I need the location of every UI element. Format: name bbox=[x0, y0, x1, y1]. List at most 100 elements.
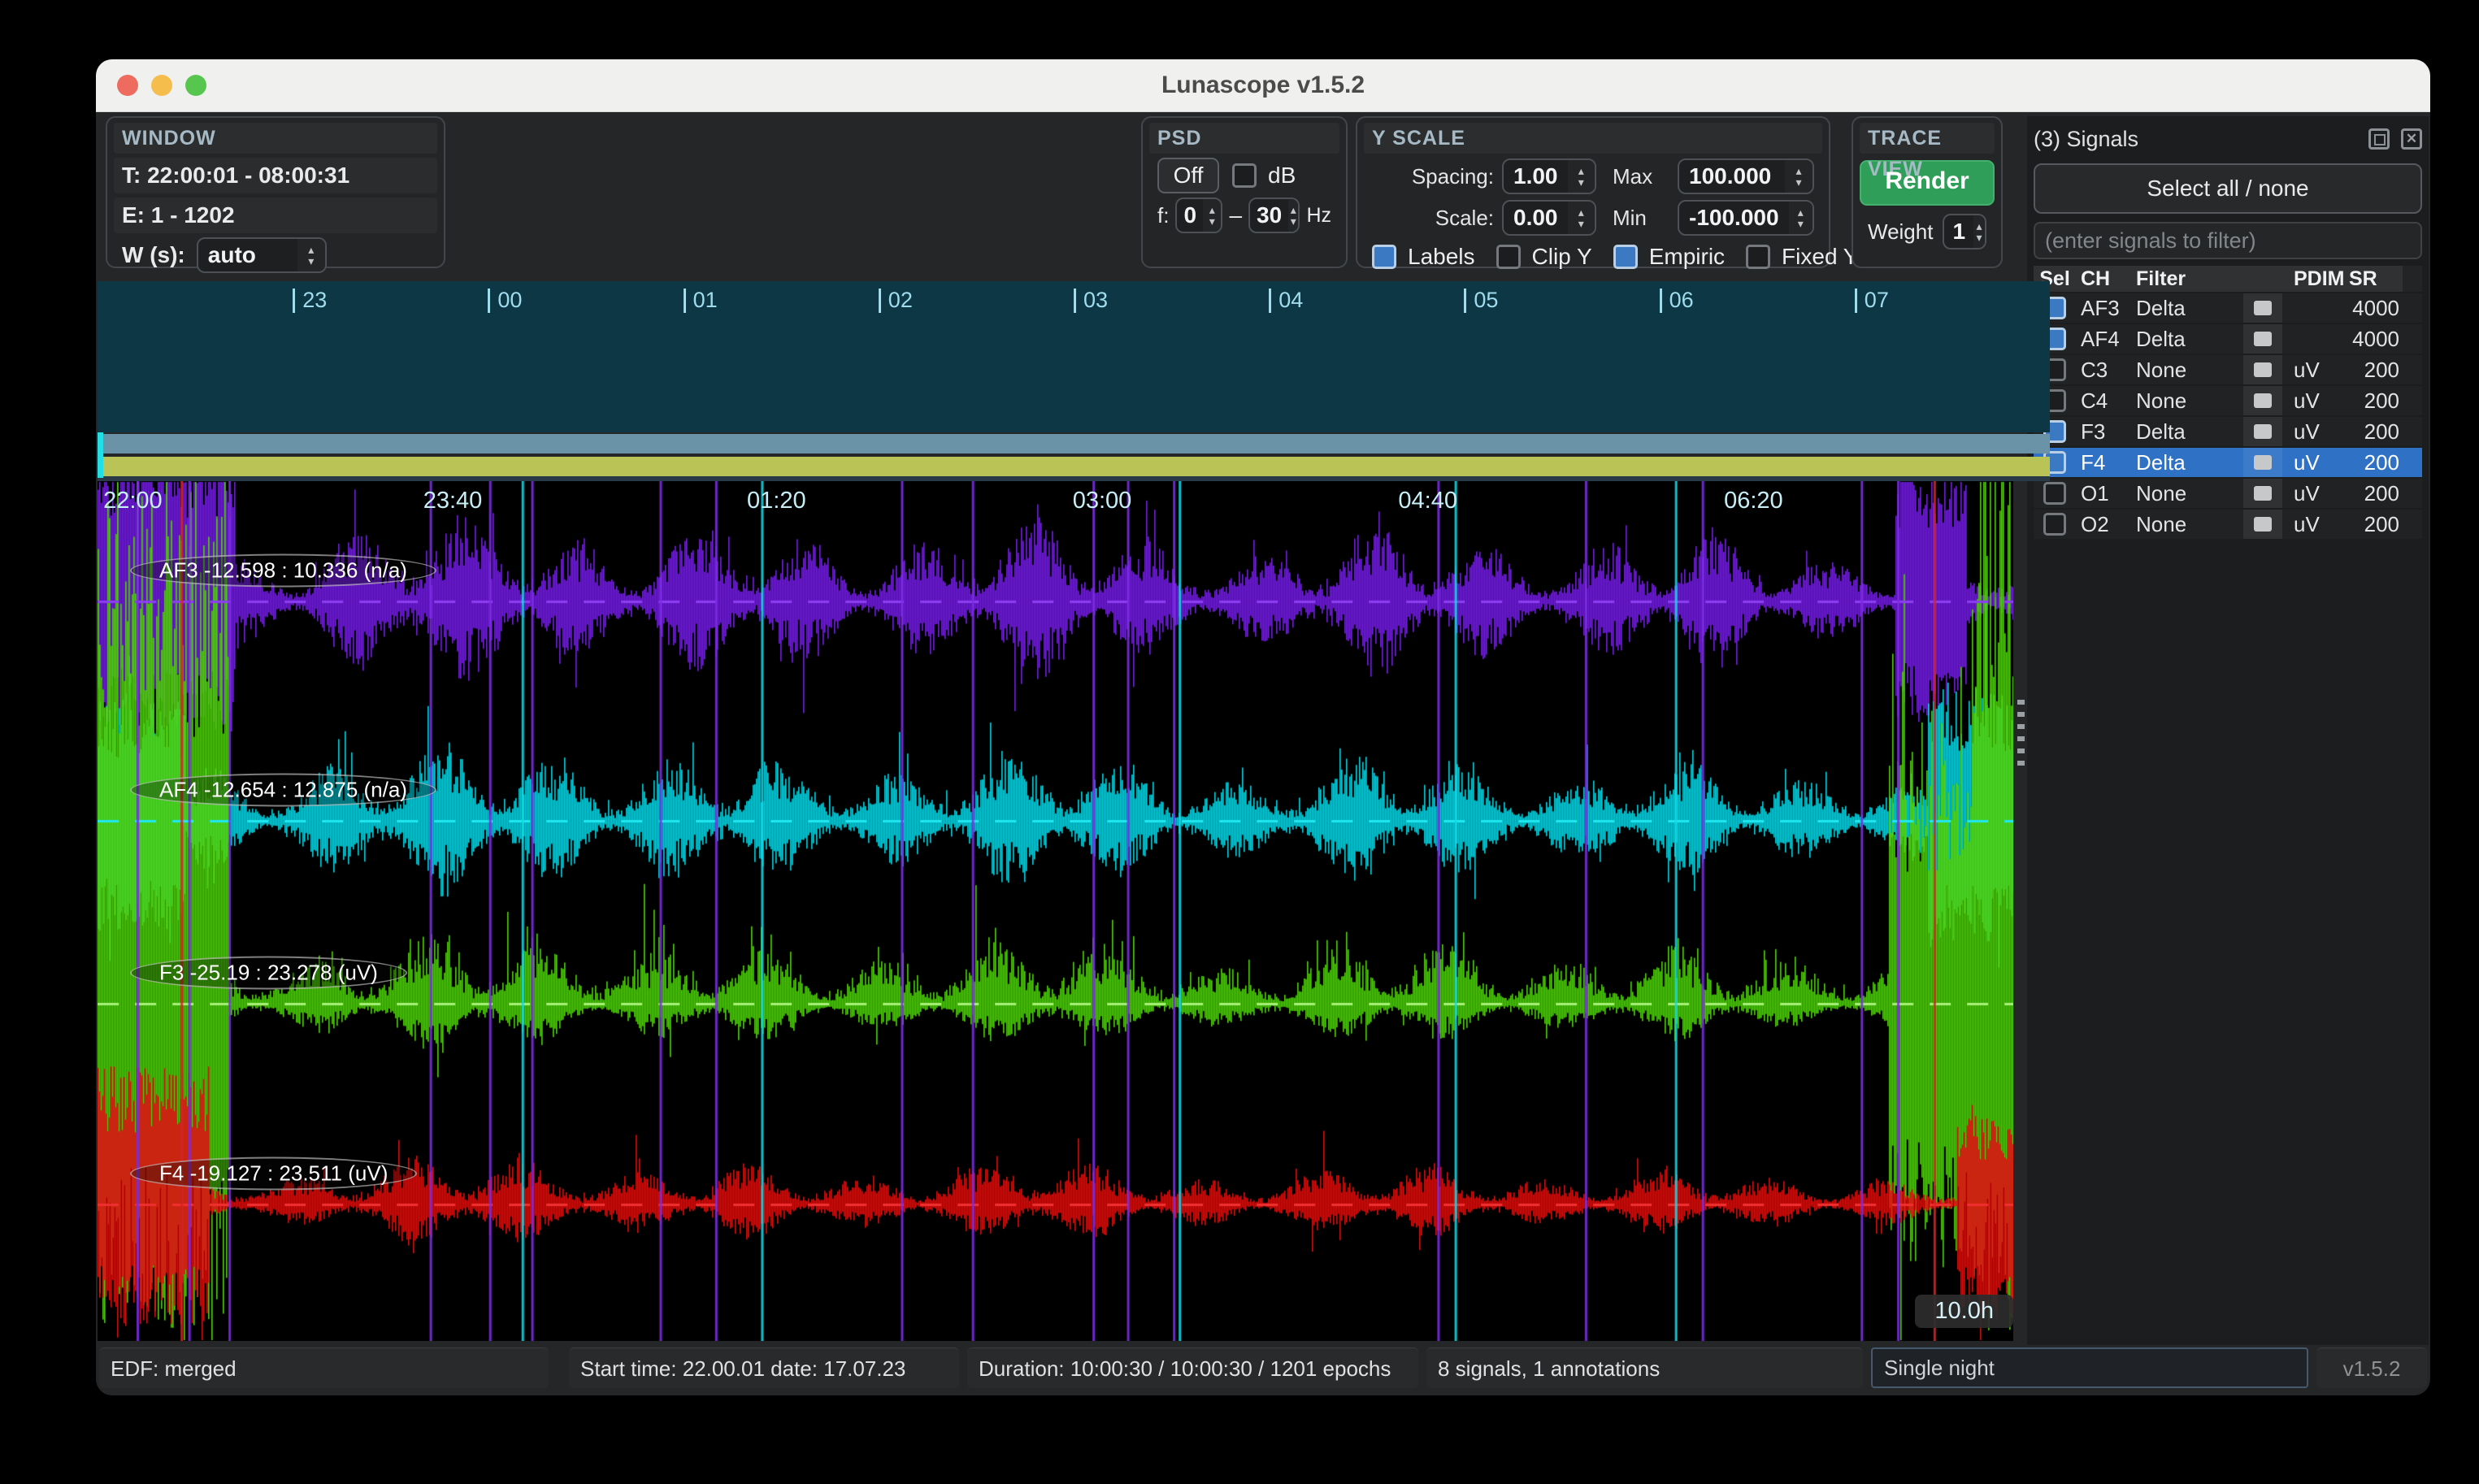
window-panel-title: WINDOW bbox=[114, 123, 437, 154]
time-range-label: T: 22:00:01 - 08:00:31 bbox=[114, 158, 437, 193]
signal-select-checkbox[interactable] bbox=[2043, 513, 2066, 536]
max-spinbox[interactable]: 100.000 ▴▾ bbox=[1678, 158, 1814, 194]
status-signal-count: 8 signals, 1 annotations bbox=[1426, 1347, 1863, 1388]
plot-time-label: 04:40 bbox=[1398, 488, 1457, 514]
select-all-none-button[interactable]: Select all / none bbox=[2034, 163, 2422, 214]
psd-off-button[interactable]: Off bbox=[1157, 158, 1219, 193]
window-size-label: W (s): bbox=[122, 242, 185, 268]
spinner-buttons[interactable]: ▴▾ bbox=[1785, 160, 1813, 193]
timeline-hour-label: 04 bbox=[1269, 288, 1303, 313]
titlebar: Lunascope v1.5.2 bbox=[96, 59, 2430, 112]
fixed-y-checkbox[interactable] bbox=[1746, 245, 1770, 269]
min-label: Min bbox=[1613, 206, 1678, 231]
mode-selector[interactable]: Single night bbox=[1871, 1347, 2308, 1388]
channel-color-swatch bbox=[2254, 455, 2272, 470]
channel-color-swatch bbox=[2254, 424, 2272, 439]
spinner-buttons[interactable]: ▴▾ bbox=[297, 239, 325, 271]
channel-color-swatch bbox=[2254, 301, 2272, 315]
col-ch: CH bbox=[2076, 267, 2130, 291]
hz-label: Hz bbox=[1306, 204, 1331, 228]
channel-color-swatch bbox=[2254, 393, 2272, 408]
signals-panel-title: (3) Signals bbox=[2034, 127, 2357, 152]
col-sr: SR bbox=[2349, 267, 2403, 291]
timeline-hour-label: 05 bbox=[1464, 288, 1498, 313]
status-edf: EDF: merged bbox=[99, 1347, 549, 1388]
spinner-buttons[interactable]: ▴▾ bbox=[1568, 160, 1596, 193]
spinner-buttons[interactable]: ▴▾ bbox=[1789, 202, 1813, 234]
timeline-hour-label: 01 bbox=[684, 288, 718, 313]
spacing-spinbox[interactable]: 1.00 ▴▾ bbox=[1502, 158, 1596, 194]
signals-table: Sel CH Filter PDIM SR AF3 Delta 4000 AF4… bbox=[2034, 266, 2422, 539]
signal-row-f4[interactable]: F4 Delta uV 200 bbox=[2034, 448, 2422, 477]
freq-max-spinbox[interactable]: 30 ▴▾ bbox=[1248, 197, 1300, 233]
close-panel-icon[interactable]: ✕ bbox=[2401, 128, 2422, 150]
waveform-canvas[interactable] bbox=[98, 481, 2013, 1341]
signal-row-o1[interactable]: O1 None uV 200 bbox=[2034, 479, 2422, 508]
epoch-range-label: E: 1 - 1202 bbox=[114, 197, 437, 233]
scale-label: Scale: bbox=[1372, 206, 1494, 231]
signals-panel: (3) Signals ✕ Select all / none Sel CH F… bbox=[2027, 116, 2429, 1345]
plot-time-label: 23:40 bbox=[423, 488, 483, 514]
signal-row-af4[interactable]: AF4 Delta 4000 bbox=[2034, 324, 2422, 354]
epoch-band-upper[interactable] bbox=[98, 434, 2050, 453]
clip-y-checkbox[interactable] bbox=[1496, 245, 1521, 269]
spinner-buttons[interactable]: ▴▾ bbox=[1288, 199, 1298, 232]
spinner-buttons[interactable]: ▴▾ bbox=[1203, 199, 1221, 232]
window-size-spinbox[interactable]: auto ▴▾ bbox=[197, 237, 327, 273]
min-spinbox[interactable]: -100.000 ▴▾ bbox=[1678, 200, 1814, 236]
weight-label: Weight bbox=[1868, 219, 1933, 245]
signals-table-header: Sel CH Filter PDIM SR bbox=[2034, 266, 2422, 292]
timeline-hour-label: 07 bbox=[1855, 288, 1889, 313]
epoch-cursor bbox=[98, 432, 103, 478]
freq-min-spinbox[interactable]: 0 ▴▾ bbox=[1175, 197, 1222, 233]
channel-color-swatch bbox=[2254, 362, 2272, 377]
epoch-band-lower[interactable] bbox=[98, 457, 2050, 476]
yscale-panel-title: Y SCALE bbox=[1364, 123, 1822, 154]
status-start-time: Start time: 22.00.01 date: 17.07.23 bbox=[569, 1347, 959, 1388]
col-pdim: PDIM bbox=[2282, 267, 2349, 291]
signal-row-c3[interactable]: C3 None uV 200 bbox=[2034, 355, 2422, 384]
undock-panel-icon[interactable] bbox=[2368, 128, 2390, 150]
spinner-buttons[interactable]: ▴▾ bbox=[1973, 215, 1985, 248]
timeline-hour-label: 00 bbox=[488, 288, 522, 313]
yscale-panel: Y SCALE Spacing: 1.00 ▴▾ Max 100.000 ▴▾ … bbox=[1356, 116, 1830, 268]
timeline-navigator[interactable]: 23 00 01 02 03 04 05 06 07 bbox=[98, 281, 2050, 432]
trace-label-f3: F3 -25.19 : 23.278 (uV) bbox=[130, 957, 407, 990]
duration-badge: 10.0h bbox=[1915, 1295, 2013, 1328]
weight-spinbox[interactable]: 1 ▴▾ bbox=[1943, 214, 1986, 250]
signal-select-checkbox[interactable] bbox=[2043, 482, 2066, 505]
signal-row-o2[interactable]: O2 None uV 200 bbox=[2034, 510, 2422, 539]
trace-label-af4: AF4 -12.654 : 12.875 (n/a) bbox=[130, 774, 436, 807]
channel-color-swatch bbox=[2254, 486, 2272, 501]
window-title: Lunascope v1.5.2 bbox=[96, 59, 2430, 111]
trace-label-f4: F4 -19.127 : 23.511 (uV) bbox=[130, 1157, 417, 1191]
timeline-hour-label: 23 bbox=[293, 288, 327, 313]
col-filter: Filter bbox=[2130, 267, 2243, 291]
app-window: Lunascope v1.5.2 WINDOW T: 22:00:01 - 08… bbox=[96, 59, 2430, 1395]
channel-color-swatch bbox=[2254, 517, 2272, 532]
signal-row-c4[interactable]: C4 None uV 200 bbox=[2034, 386, 2422, 415]
freq-range-dash: – bbox=[1229, 202, 1242, 228]
timeline-hour-label: 02 bbox=[879, 288, 913, 313]
empiric-checkbox[interactable] bbox=[1613, 245, 1638, 269]
timeline-hour-label: 03 bbox=[1074, 288, 1108, 313]
trace-view-panel-title: TRACE VIEW bbox=[1860, 123, 1995, 154]
plot-time-label: 01:20 bbox=[747, 488, 806, 514]
trace-label-af3: AF3 -12.598 : 10.336 (n/a) bbox=[130, 554, 436, 588]
trace-view-panel: TRACE VIEW Render Weight 1 ▴▾ bbox=[1852, 116, 2003, 268]
signal-filter-input[interactable] bbox=[2034, 222, 2422, 259]
window-panel: WINDOW T: 22:00:01 - 08:00:31 E: 1 - 120… bbox=[106, 116, 445, 268]
waveform-plot[interactable]: 22:00 23:40 01:20 03:00 04:40 06:20 AF3 … bbox=[98, 481, 2013, 1341]
labels-checkbox[interactable] bbox=[1372, 245, 1396, 269]
scale-spinbox[interactable]: 0.00 ▴▾ bbox=[1502, 200, 1596, 236]
panel-splitter-handle[interactable] bbox=[2017, 700, 2025, 766]
spinner-buttons[interactable]: ▴▾ bbox=[1568, 202, 1596, 234]
plot-time-label: 22:00 bbox=[103, 488, 163, 514]
signal-row-af3[interactable]: AF3 Delta 4000 bbox=[2034, 293, 2422, 323]
status-duration: Duration: 10:00:30 / 10:00:30 / 1201 epo… bbox=[967, 1347, 1418, 1388]
plot-time-label: 06:20 bbox=[1724, 488, 1783, 514]
timeline-hour-label: 06 bbox=[1660, 288, 1694, 313]
signal-row-f3[interactable]: F3 Delta uV 200 bbox=[2034, 417, 2422, 446]
db-label: dB bbox=[1268, 163, 1296, 189]
db-checkbox[interactable] bbox=[1232, 163, 1257, 188]
